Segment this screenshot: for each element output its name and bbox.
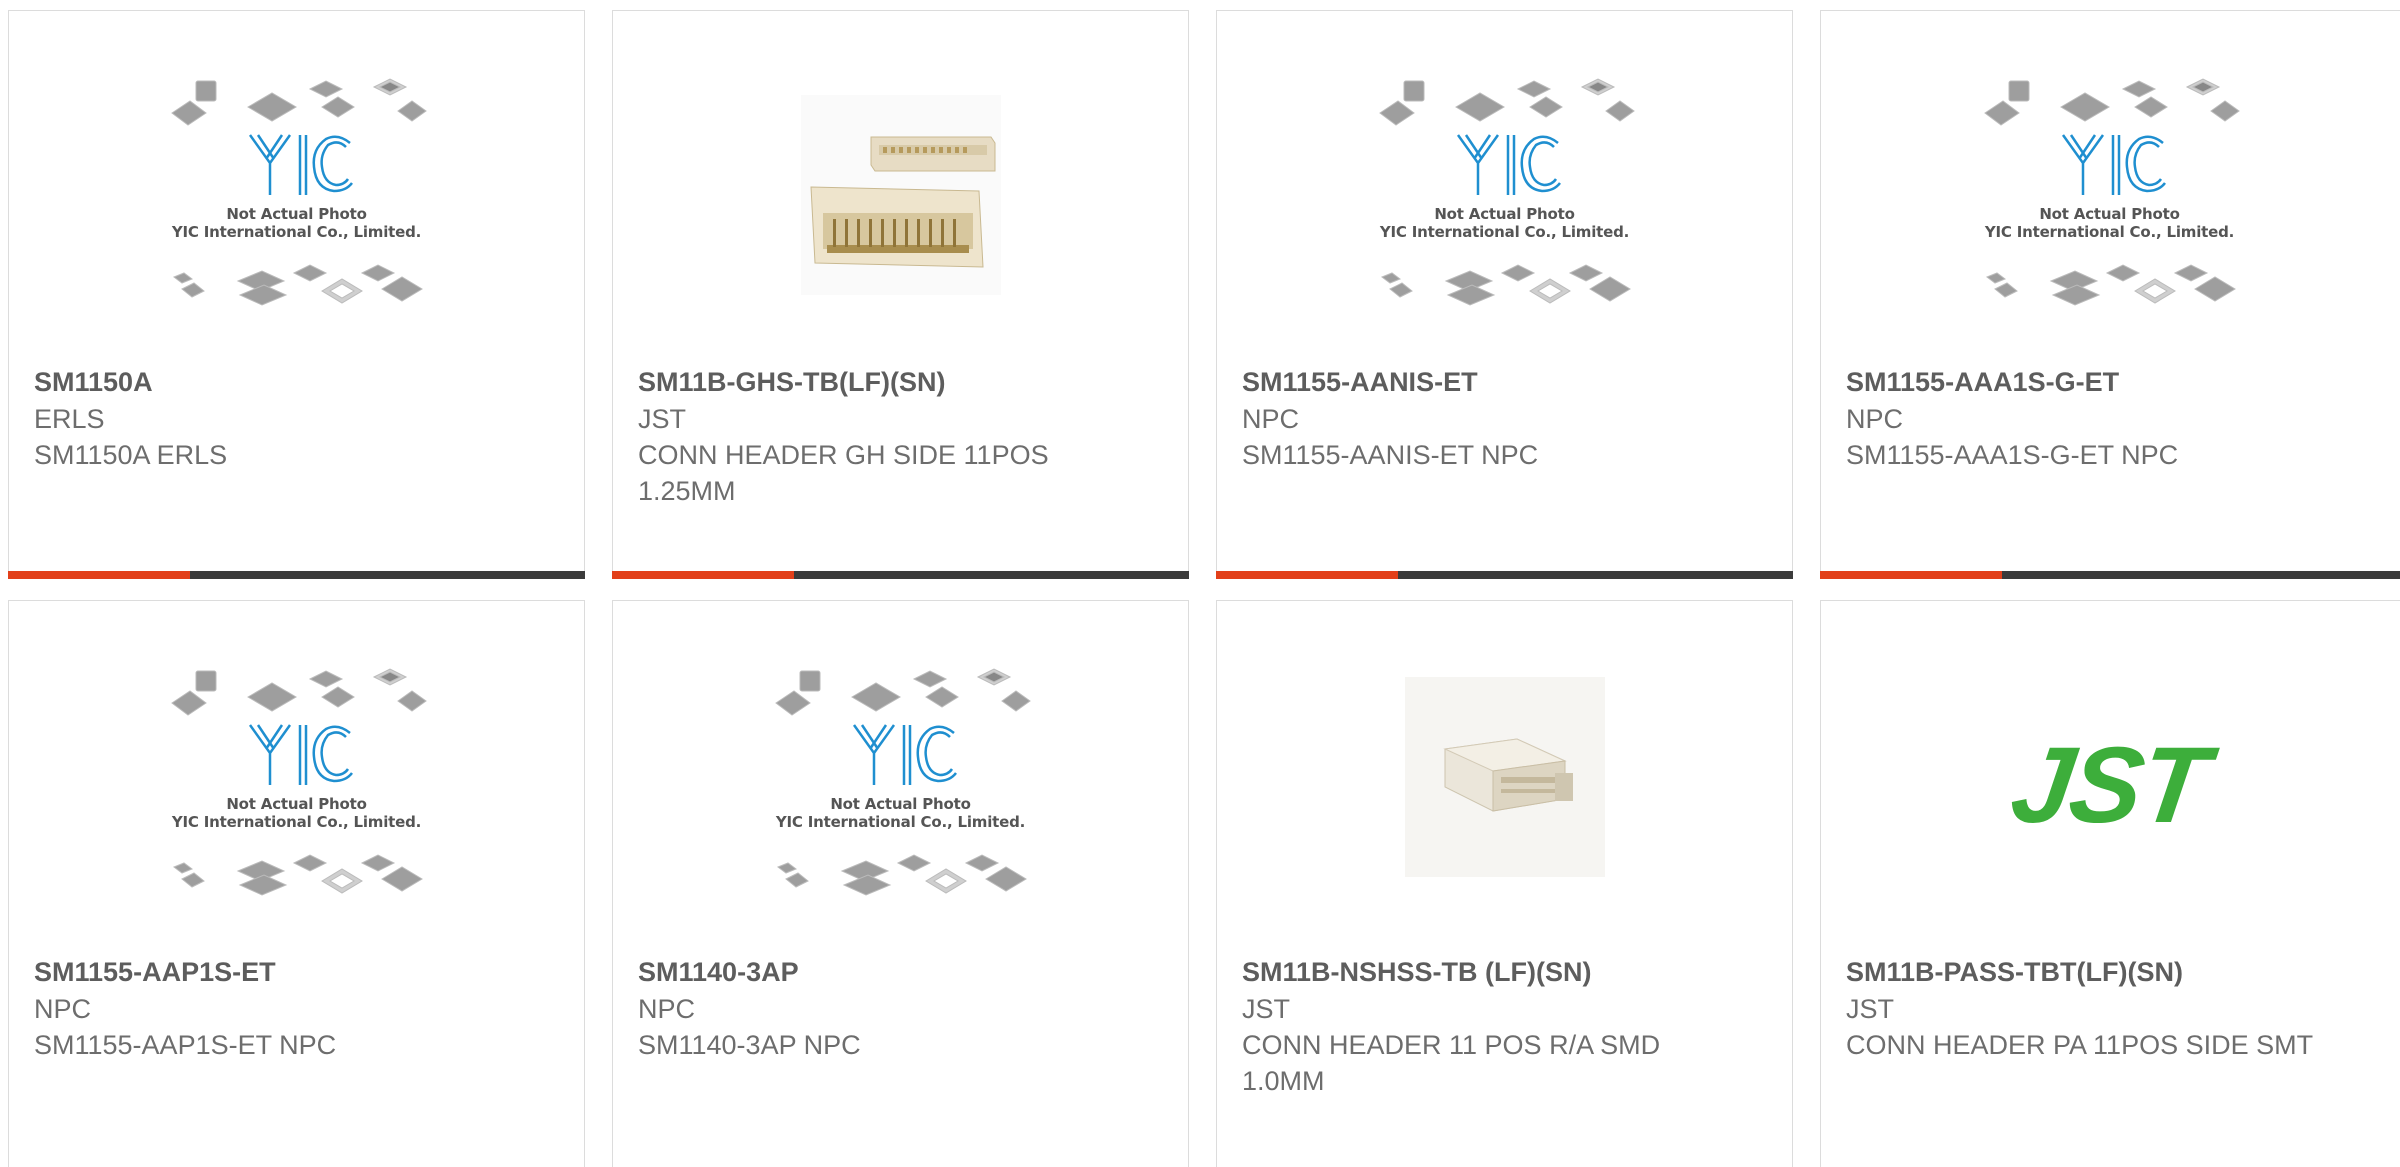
yic-placeholder-image: Not Actual Photo YIC International Co., … (1975, 77, 2245, 317)
product-card[interactable]: Not Actual Photo YIC International Co., … (1216, 10, 1793, 579)
placeholder-company: YIC International Co., Limited. (171, 223, 422, 241)
product-description: SM1150A ERLS (34, 440, 228, 470)
placeholder-company: YIC International Co., Limited. (171, 813, 422, 831)
product-manufacturer: NPC (1242, 404, 1300, 434)
product-card[interactable]: JST SM11B-PASS-TBT(LF)(SN) JST CONN HEAD… (1820, 600, 2400, 1167)
product-manufacturer: NPC (1846, 404, 1904, 434)
product-image[interactable]: Not Actual Photo YIC International Co., … (9, 47, 584, 357)
product-image[interactable]: Not Actual Photo YIC International Co., … (613, 637, 1188, 947)
product-card[interactable]: Not Actual Photo YIC International Co., … (8, 10, 585, 579)
placeholder-caption: Not Actual Photo (830, 795, 971, 813)
product-manufacturer: NPC (34, 994, 92, 1024)
placeholder-caption: Not Actual Photo (226, 795, 367, 813)
product-grid: Not Actual Photo YIC International Co., … (0, 0, 2400, 1167)
product-image[interactable]: Not Actual Photo YIC International Co., … (9, 637, 584, 947)
chip-cluster-icon (1983, 78, 2240, 306)
product-part-number[interactable]: SM1155-AAP1S-ET (34, 955, 276, 989)
product-manufacturer: JST (1846, 994, 1895, 1024)
product-part-number[interactable]: SM11B-PASS-TBT(LF)(SN) (1846, 955, 2183, 989)
product-image[interactable]: Not Actual Photo YIC International Co., … (1217, 47, 1792, 357)
yic-placeholder-image: Not Actual Photo YIC International Co., … (162, 667, 432, 907)
placeholder-company: YIC International Co., Limited. (1379, 223, 1630, 241)
product-description: CONN HEADER 11 POS R/A SMD 1.0MM (1242, 1030, 1661, 1096)
product-manufacturer: ERLS (34, 404, 105, 434)
product-part-number[interactable]: SM1155-AAA1S-G-ET (1846, 365, 2119, 399)
product-part-number[interactable]: SM1155-AANIS-ET (1242, 365, 1478, 399)
product-card[interactable]: SM11B-GHS-TB(LF)(SN) JST CONN HEADER GH … (612, 10, 1189, 579)
card-bottom-bar (8, 571, 585, 579)
product-card[interactable]: Not Actual Photo YIC International Co., … (1820, 10, 2400, 579)
placeholder-company: YIC International Co., Limited. (1984, 223, 2235, 241)
product-description: SM1155-AANIS-ET NPC (1242, 440, 1539, 470)
product-description: SM1140-3AP NPC (638, 1030, 861, 1060)
product-description: CONN HEADER GH SIDE 11POS 1.25MM (638, 440, 1049, 506)
product-card[interactable]: SM11B-NSHSS-TB (LF)(SN) JST CONN HEADER … (1216, 600, 1793, 1167)
yic-placeholder-image: Not Actual Photo YIC International Co., … (1370, 77, 1640, 317)
yic-placeholder-image: Not Actual Photo YIC International Co., … (766, 667, 1036, 907)
product-manufacturer: JST (638, 404, 687, 434)
product-card[interactable]: Not Actual Photo YIC International Co., … (612, 600, 1189, 1167)
product-image[interactable] (613, 47, 1188, 357)
jst-logo: JST (2004, 724, 2215, 845)
connector-photo (1404, 677, 1605, 877)
chip-cluster-icon (1378, 78, 1635, 306)
product-manufacturer: JST (1242, 994, 1291, 1024)
placeholder-caption: Not Actual Photo (1434, 205, 1575, 223)
placeholder-caption: Not Actual Photo (2039, 205, 2180, 223)
product-part-number[interactable]: SM11B-GHS-TB(LF)(SN) (638, 365, 945, 399)
chip-cluster-icon (170, 78, 427, 306)
product-manufacturer: NPC (638, 994, 696, 1024)
card-bottom-bar (1820, 571, 2400, 579)
placeholder-company: YIC International Co., Limited. (775, 813, 1026, 831)
product-part-number[interactable]: SM11B-NSHSS-TB (LF)(SN) (1242, 955, 1592, 989)
product-description: CONN HEADER PA 11POS SIDE SMT (1846, 1030, 2314, 1060)
chip-cluster-icon (170, 668, 427, 896)
product-part-number[interactable]: SM1140-3AP (638, 955, 799, 989)
product-description: SM1155-AAA1S-G-ET NPC (1846, 440, 2179, 470)
placeholder-caption: Not Actual Photo (226, 205, 367, 223)
chip-cluster-icon (774, 668, 1031, 896)
card-bottom-bar (1216, 571, 1793, 579)
product-card[interactable]: Not Actual Photo YIC International Co., … (8, 600, 585, 1167)
connector-photo (800, 95, 1001, 295)
product-part-number[interactable]: SM1150A (34, 365, 153, 399)
product-image[interactable]: JST (1821, 637, 2398, 947)
card-bottom-bar (612, 571, 1189, 579)
product-image[interactable]: Not Actual Photo YIC International Co., … (1821, 47, 2398, 357)
product-image[interactable] (1217, 637, 1792, 947)
product-description: SM1155-AAP1S-ET NPC (34, 1030, 337, 1060)
yic-placeholder-image: Not Actual Photo YIC International Co., … (162, 77, 432, 317)
